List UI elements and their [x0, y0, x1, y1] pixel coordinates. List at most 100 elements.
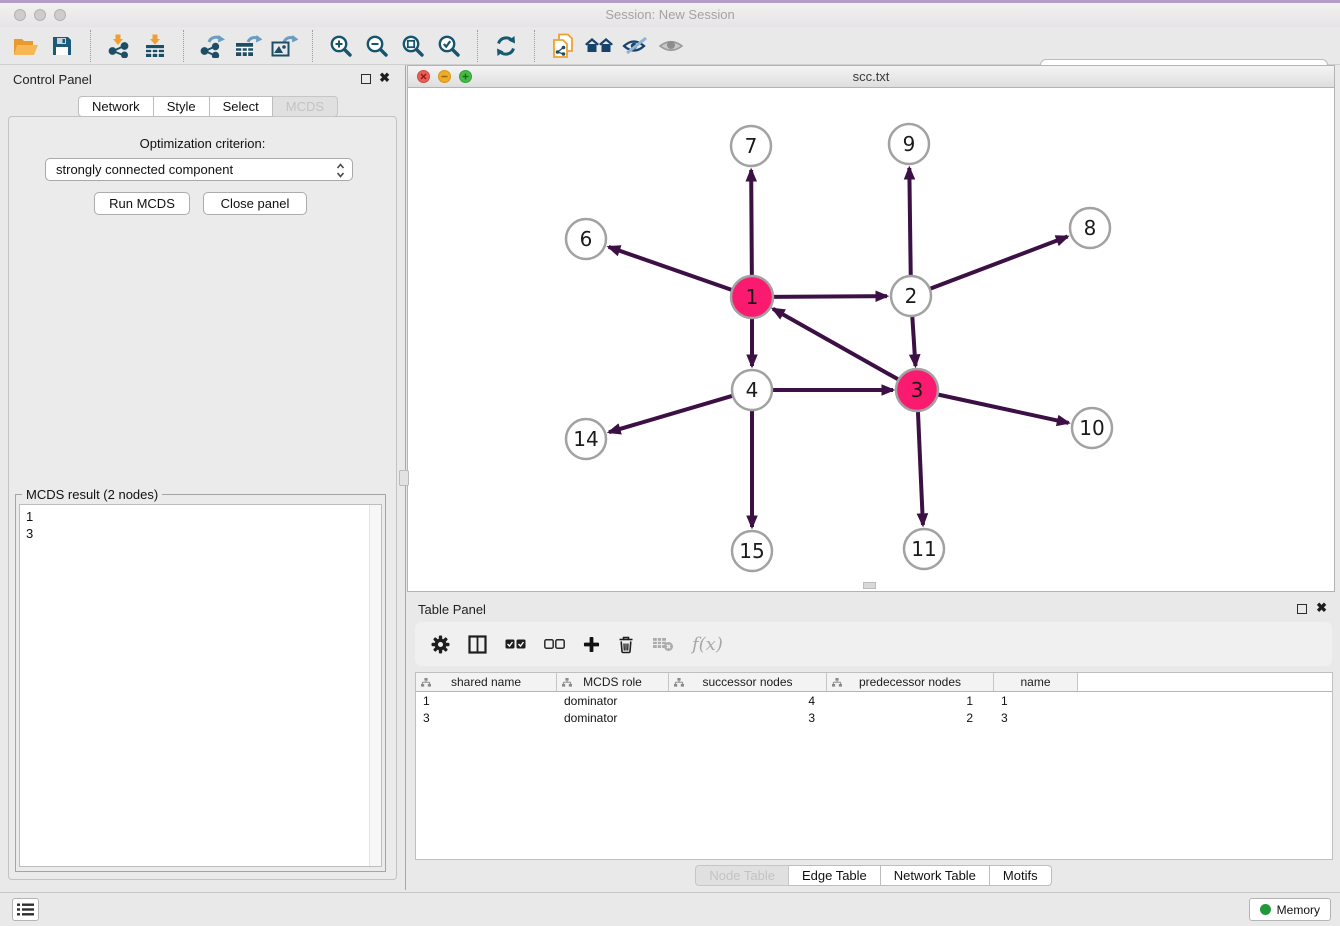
svg-text:1: 1	[746, 285, 759, 309]
tab-node-table[interactable]: Node Table	[695, 865, 789, 886]
graph-edge-3-11[interactable]	[918, 410, 923, 525]
export-table-button[interactable]	[230, 30, 266, 62]
graph-node-7[interactable]: 7	[731, 126, 771, 166]
graph-edge-1-2[interactable]	[772, 296, 887, 297]
show-panel-icon	[658, 36, 684, 56]
run-mcds-button[interactable]: Run MCDS	[94, 192, 190, 215]
graph-node-1[interactable]: 1	[731, 276, 773, 318]
table-cell: 4	[669, 692, 827, 709]
close-panel-button[interactable]: Close panel	[203, 192, 307, 215]
column-header-successor-nodes[interactable]: successor nodes	[669, 673, 827, 691]
network-canvas[interactable]: 7 9 6 8 1 2 4 3 14 10 15 11	[408, 88, 1334, 591]
open-session-button[interactable]	[8, 30, 44, 62]
import-table-button[interactable]	[137, 30, 173, 62]
float-table-panel-icon[interactable]	[1297, 604, 1307, 614]
table-cell: dominator	[557, 709, 669, 726]
status-bar: Memory	[0, 892, 1340, 926]
deselect-all-rows-button[interactable]	[544, 639, 565, 649]
import-network-button[interactable]	[101, 30, 137, 62]
tab-style[interactable]: Style	[154, 96, 210, 117]
tab-edge-table[interactable]: Edge Table	[789, 865, 881, 886]
graph-edge-2-3[interactable]	[912, 316, 915, 366]
export-network-icon	[199, 34, 225, 58]
toolbar-separator	[312, 30, 313, 62]
show-panel-button[interactable]	[653, 30, 689, 62]
graph-edge-4-14[interactable]	[609, 396, 733, 433]
delete-column-button[interactable]	[618, 635, 634, 654]
tab-select[interactable]: Select	[210, 96, 273, 117]
graph-node-11[interactable]: 11	[904, 529, 944, 569]
graph-node-14[interactable]: 14	[566, 419, 606, 459]
splitter-handle[interactable]	[399, 470, 409, 486]
memory-button[interactable]: Memory	[1249, 898, 1331, 921]
mcds-tab-content: Optimization criterion: strongly connect…	[8, 116, 397, 880]
close-table-panel-icon[interactable]: ✖	[1316, 600, 1327, 616]
tab-network-table[interactable]: Network Table	[881, 865, 990, 886]
unchecked-boxes-icon	[544, 639, 565, 649]
refresh-icon	[494, 34, 518, 58]
svg-text:8: 8	[1084, 216, 1097, 240]
task-history-button[interactable]	[12, 898, 39, 921]
toolbar-separator	[90, 30, 91, 62]
column-header-MCDS-role[interactable]: MCDS role	[557, 673, 669, 691]
export-network-button[interactable]	[194, 30, 230, 62]
select-all-rows-button[interactable]	[505, 639, 526, 649]
hierarchy-icon	[832, 678, 842, 687]
hide-panel-button[interactable]	[617, 30, 653, 62]
criterion-select[interactable]: strongly connected component	[45, 158, 353, 181]
control-panel-title: Control Panel	[13, 72, 92, 87]
checked-boxes-icon	[505, 639, 526, 649]
toolbar-separator	[183, 30, 184, 62]
graph-node-9[interactable]: 9	[889, 124, 929, 164]
graph-edge-2-8[interactable]	[930, 237, 1068, 289]
table-row[interactable]: 3dominator323	[416, 709, 1332, 726]
hierarchy-icon	[421, 678, 431, 687]
graph-edge-3-1[interactable]	[773, 309, 900, 380]
table-settings-button[interactable]	[431, 635, 450, 654]
tab-mcds[interactable]: MCDS	[273, 96, 338, 117]
result-scrollbar[interactable]	[369, 505, 381, 866]
graph-node-15[interactable]: 15	[732, 531, 772, 571]
add-column-button[interactable]	[583, 636, 600, 653]
app-titlebar: Session: New Session	[0, 3, 1340, 27]
svg-text:7: 7	[745, 134, 758, 158]
zoom-out-button[interactable]	[359, 30, 395, 62]
svg-text:6: 6	[580, 227, 593, 251]
mcds-result-textarea[interactable]: 13	[19, 504, 382, 867]
zoom-fit-button[interactable]	[395, 30, 431, 62]
home-button[interactable]	[581, 30, 617, 62]
select-stepper-icon	[336, 163, 345, 181]
new-network-button[interactable]	[545, 30, 581, 62]
open-session-icon	[13, 35, 39, 57]
float-panel-icon[interactable]	[361, 74, 371, 84]
tab-network[interactable]: Network	[78, 96, 154, 117]
zoom-selected-button[interactable]	[431, 30, 467, 62]
canvas-scroll-handle[interactable]	[863, 582, 876, 589]
show-columns-button[interactable]	[468, 635, 487, 654]
graph-node-6[interactable]: 6	[566, 219, 606, 259]
graph-edge-3-10[interactable]	[937, 394, 1069, 423]
graph-edge-1-7[interactable]	[751, 170, 752, 277]
result-line: 3	[26, 525, 375, 542]
tab-motifs[interactable]: Motifs	[990, 865, 1052, 886]
graph-edge-1-6[interactable]	[609, 247, 733, 290]
mcds-result-groupbox: MCDS result (2 nodes) 13	[15, 494, 386, 872]
graph-node-4[interactable]: 4	[732, 370, 772, 410]
graph-node-10[interactable]: 10	[1072, 408, 1112, 448]
network-graph: 7 9 6 8 1 2 4 3 14 10 15 11	[408, 88, 1334, 591]
graph-edge-2-9[interactable]	[909, 168, 910, 276]
graph-node-3[interactable]: 3	[896, 369, 938, 411]
graph-node-2[interactable]: 2	[891, 276, 931, 316]
svg-text:9: 9	[903, 132, 916, 156]
export-image-button[interactable]	[266, 30, 302, 62]
column-header-name[interactable]: name	[994, 673, 1078, 691]
column-header-predecessor-nodes[interactable]: predecessor nodes	[827, 673, 994, 691]
save-session-button[interactable]	[44, 30, 80, 62]
table-row[interactable]: 1dominator411	[416, 692, 1332, 709]
close-panel-icon[interactable]: ✖	[379, 70, 390, 86]
graph-node-8[interactable]: 8	[1070, 208, 1110, 248]
refresh-button[interactable]	[488, 30, 524, 62]
column-header-shared-name[interactable]: shared name	[416, 673, 557, 691]
zoom-in-button[interactable]	[323, 30, 359, 62]
table-tabs: Node TableEdge TableNetwork TableMotifs	[407, 865, 1340, 886]
